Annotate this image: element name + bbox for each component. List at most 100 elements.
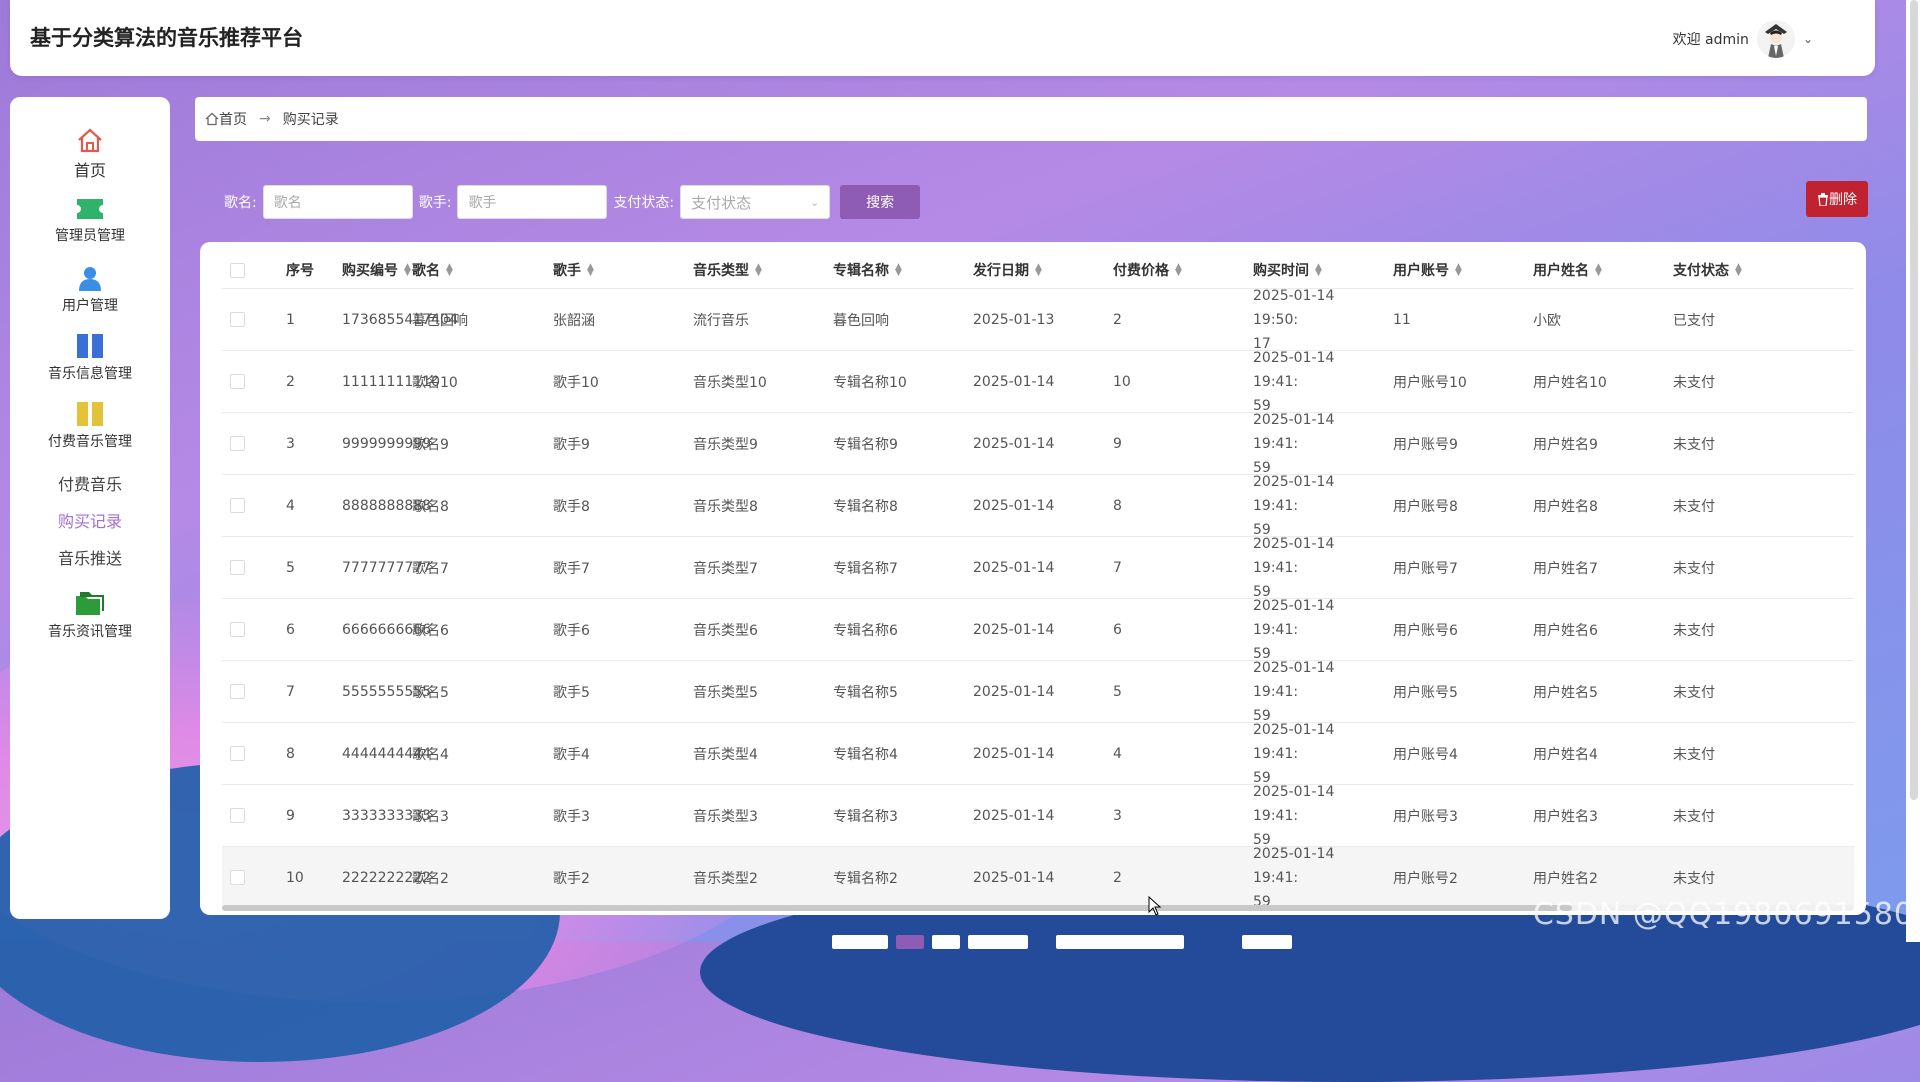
sidebar-item-music-news[interactable]: 音乐资讯管理 <box>10 591 170 641</box>
row-checkbox[interactable] <box>230 847 245 908</box>
home-icon[interactable] <box>205 112 219 126</box>
table-cell-singer: 歌手6 <box>553 622 590 639</box>
sort-icon[interactable]: ▲ ▼ <box>1035 263 1042 278</box>
column-header[interactable]: 用户姓名 ▲ ▼ <box>1533 252 1602 288</box>
column-header[interactable]: 支付状态 ▲ ▼ <box>1673 252 1742 288</box>
table-cell-singer: 歌手3 <box>553 808 590 825</box>
breadcrumb-home[interactable]: 首页 <box>219 109 247 129</box>
table-cell-album: 专辑名称3 <box>833 808 898 825</box>
table-cell-date: 2025-01-14 <box>973 745 1055 762</box>
table-cell-account: 用户账号10 <box>1393 374 1467 391</box>
row-checkbox[interactable] <box>230 475 245 536</box>
table-row[interactable]: 8 4444444444 歌名4 歌手4 音乐类型4 专辑名称4 2025-01-14 4 20… <box>222 722 1854 786</box>
avatar[interactable] <box>1756 20 1795 58</box>
column-header[interactable]: 歌名 ▲ ▼ <box>412 252 453 288</box>
table-cell-song: 歌名3 <box>412 808 449 825</box>
table-cell-status: 未支付 <box>1673 746 1715 763</box>
table-cell-time: 2025-01-14 19:41: 59 <box>1253 350 1378 414</box>
column-header[interactable]: 用户账号 ▲ ▼ <box>1393 252 1462 288</box>
column-header[interactable]: 购买编号 ▲ ▼ <box>342 252 411 288</box>
table-row[interactable]: 3 9999999999 歌名9 歌手9 音乐类型9 专辑名称9 2025-01-14 9 20… <box>222 412 1854 476</box>
song-input[interactable]: 歌名 <box>262 185 413 219</box>
table-cell-status: 未支付 <box>1673 684 1715 701</box>
scrollbar-thumb[interactable] <box>1910 0 1918 800</box>
time-line-1: 2025-01-14 19:41: <box>1253 721 1335 762</box>
sort-icon[interactable]: ▲ ▼ <box>1595 263 1602 278</box>
chevron-down-icon[interactable]: ⌄ <box>1803 32 1813 46</box>
sidebar-subitem-paid-music[interactable]: 付费音乐 <box>10 471 170 495</box>
pagination-prev[interactable] <box>832 935 888 949</box>
column-header[interactable]: 音乐类型 ▲ ▼ <box>693 252 762 288</box>
column-header[interactable]: 付费价格 ▲ ▼ <box>1113 252 1182 288</box>
table-cell-account: 用户账号9 <box>1393 436 1458 453</box>
user-icon <box>79 267 101 291</box>
table-cell-name: 小欧 <box>1533 312 1561 329</box>
row-checkbox[interactable] <box>230 661 245 722</box>
column-header[interactable]: 发行日期 ▲ ▼ <box>973 252 1042 288</box>
pagination-page[interactable] <box>932 935 960 949</box>
column-header[interactable]: 歌手 ▲ ▼ <box>553 252 594 288</box>
select-all-checkbox[interactable] <box>230 252 245 288</box>
sort-icon[interactable]: ▲ ▼ <box>404 263 411 278</box>
singer-input[interactable]: 歌手 <box>457 185 608 219</box>
table-cell-song: 歌名8 <box>412 498 449 515</box>
sidebar-subitem-purchase-records[interactable]: 购买记录 <box>10 508 170 532</box>
table-cell-date: 2025-01-14 <box>973 435 1055 452</box>
singer-placeholder: 歌手 <box>468 195 497 211</box>
sort-icon[interactable]: ▲ ▼ <box>1315 263 1322 278</box>
pagination-page[interactable] <box>896 935 924 949</box>
table-cell-idx: 1 <box>286 311 295 328</box>
table-row[interactable]: 7 5555555555 歌名5 歌手5 音乐类型5 专辑名称5 2025-01-14 5 20… <box>222 660 1854 724</box>
sidebar-item-admin[interactable]: 管理员管理 <box>10 197 170 245</box>
search-button[interactable]: 搜索 <box>840 185 921 219</box>
table-cell-idx: 7 <box>286 683 295 700</box>
row-checkbox[interactable] <box>230 537 245 598</box>
table-cell-account: 用户账号3 <box>1393 808 1458 825</box>
sidebar-item-paid-music-admin[interactable]: 付费音乐管理 <box>10 401 170 451</box>
sort-icon[interactable]: ▲ ▼ <box>895 263 902 278</box>
delete-button[interactable]: 删除 <box>1806 181 1868 217</box>
page-scrollbar[interactable] <box>1906 0 1920 942</box>
pagination-next[interactable] <box>968 935 1028 949</box>
sort-icon[interactable]: ▲ ▼ <box>446 263 453 278</box>
table-row[interactable]: 6 6666666666 歌名6 歌手6 音乐类型6 专辑名称6 2025-01-14 6 20… <box>222 598 1854 662</box>
sidebar-item-users[interactable]: 用户管理 <box>10 265 170 315</box>
table-cell-album: 专辑名称6 <box>833 622 898 639</box>
table-cell-song: 歌名9 <box>412 436 449 453</box>
table-row[interactable]: 2 11111111110 歌名10 歌手10 音乐类型10 专辑名称10 2025-01-… <box>222 350 1854 414</box>
table-cell-idx: 2 <box>286 373 295 390</box>
sidebar-subitem-music-push[interactable]: 音乐推送 <box>10 545 170 569</box>
table-cell-account: 用户账号6 <box>1393 622 1458 639</box>
table-cell-time: 2025-01-14 19:41: 59 <box>1253 784 1378 848</box>
table-row[interactable]: 9 3333333333 歌名3 歌手3 音乐类型3 专辑名称3 2025-01-14 3 20… <box>222 784 1854 848</box>
table-cell-type: 音乐类型3 <box>693 808 758 825</box>
row-checkbox[interactable] <box>230 785 245 846</box>
row-checkbox[interactable] <box>230 289 245 350</box>
row-checkbox[interactable] <box>230 351 245 412</box>
sidebar-item-home[interactable]: 首页 <box>10 127 170 181</box>
user-menu[interactable]: 欢迎 admin ⌄ <box>1673 20 1813 58</box>
home-icon <box>78 128 102 153</box>
table-cell-price: 3 <box>1113 807 1122 824</box>
sort-icon[interactable]: ▲ ▼ <box>1455 263 1462 278</box>
table-cell-type: 音乐类型10 <box>693 374 767 391</box>
sort-icon[interactable]: ▲ ▼ <box>1735 263 1742 278</box>
row-checkbox[interactable] <box>230 599 245 660</box>
row-checkbox[interactable] <box>230 413 245 474</box>
table-cell-status: 未支付 <box>1673 560 1715 577</box>
pagination-size-select[interactable] <box>1056 935 1184 949</box>
status-select[interactable]: 支付状态 ⌄ <box>680 185 831 219</box>
table-row[interactable]: 5 7777777777 歌名7 歌手7 音乐类型7 专辑名称7 2025-01-14 7 20… <box>222 536 1854 600</box>
column-header[interactable]: 序号 <box>286 252 314 288</box>
pagination-jump-input[interactable] <box>1242 935 1292 949</box>
sort-icon[interactable]: ▲ ▼ <box>1175 263 1182 278</box>
scrollbar-thumb[interactable] <box>222 905 1572 911</box>
sort-icon[interactable]: ▲ ▼ <box>587 263 594 278</box>
sidebar-item-music-info[interactable]: 音乐信息管理 <box>10 333 170 383</box>
sort-icon[interactable]: ▲ ▼ <box>755 263 762 278</box>
table-row[interactable]: 4 8888888888 歌名8 歌手8 音乐类型8 专辑名称8 2025-01-14 8 20… <box>222 474 1854 538</box>
row-checkbox[interactable] <box>230 723 245 784</box>
table-cell-album: 专辑名称10 <box>833 374 907 391</box>
column-header[interactable]: 专辑名称 ▲ ▼ <box>833 252 902 288</box>
table-row[interactable]: 1 1736855417404 暮色回响 张韶涵 流行音乐 暮色回响 2025-01-13 2… <box>222 288 1854 352</box>
